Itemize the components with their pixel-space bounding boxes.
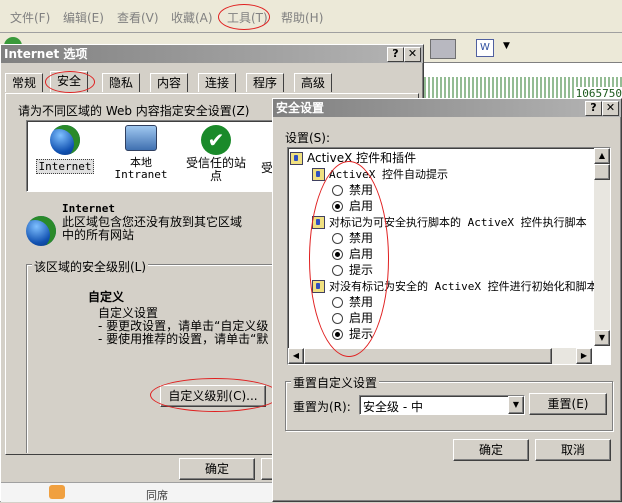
zone-label: 受信任的站 点 xyxy=(185,156,246,183)
dialog-title: Internet 选项 xyxy=(4,47,88,61)
browser-bottom-strip: 同席 xyxy=(1,482,277,502)
zone-prompt: 请为不同区域的 Web 内容指定安全设置(Z) xyxy=(18,104,250,118)
zone-title: Internet xyxy=(62,202,115,215)
tab-advanced[interactable]: 高级 xyxy=(294,73,333,92)
ok-button[interactable]: 确定 xyxy=(453,439,529,461)
tab-content[interactable]: 内容 xyxy=(150,73,189,92)
annotation-security-tab-ellipse xyxy=(45,71,95,93)
scroll-thumb[interactable] xyxy=(594,164,610,180)
zone-label: Internet xyxy=(35,159,95,174)
tab-programs[interactable]: 程序 xyxy=(246,73,285,92)
zone-label: 本地 Intranet xyxy=(114,156,168,181)
scroll-up-icon[interactable]: ▲ xyxy=(594,148,610,164)
help-button[interactable]: ? xyxy=(585,101,602,116)
bottom-partial-text: 同席 xyxy=(146,489,168,502)
scroll-left-icon[interactable]: ◀ xyxy=(288,348,304,364)
vertical-scrollbar[interactable]: ▲ ▼ xyxy=(594,148,610,346)
reset-to-label: 重置为(R): xyxy=(293,400,351,414)
chevron-down-icon[interactable]: ▼ xyxy=(503,41,510,51)
menu-view[interactable]: 查看(V) xyxy=(117,9,159,26)
security-settings-titlebar: 安全设置 xyxy=(273,99,621,117)
ok-button[interactable]: 确定 xyxy=(179,458,255,480)
zone-local-intranet[interactable]: 本地 Intranet xyxy=(111,125,171,181)
tree-category[interactable]: ActiveX 控件和插件 xyxy=(290,150,590,166)
security-level-group xyxy=(26,264,277,453)
reset-group-label: 重置自定义设置 xyxy=(291,374,380,391)
word-icon[interactable]: W xyxy=(476,39,494,57)
chevron-down-icon[interactable]: ▼ xyxy=(508,396,524,414)
settings-label: 设置(S): xyxy=(285,131,331,145)
reset-button[interactable]: 重置(E) xyxy=(529,393,607,415)
globe-icon xyxy=(26,216,56,246)
internet-options-titlebar: Internet 选项 xyxy=(1,45,423,63)
scroll-down-icon[interactable]: ▼ xyxy=(594,330,610,346)
security-level-group-label: 该区域的安全级别(L) xyxy=(32,258,149,275)
computer-icon xyxy=(125,125,157,151)
setting-category-icon xyxy=(312,168,325,181)
setting-category-icon xyxy=(290,152,303,165)
help-button[interactable]: ? xyxy=(387,47,404,62)
zone-trusted-sites[interactable]: ✔ 受信任的站 点 xyxy=(181,125,251,183)
tab-connections[interactable]: 连接 xyxy=(198,73,237,92)
browser-content-strip: 1065750 xyxy=(424,62,622,100)
menu-file[interactable]: 文件(F) xyxy=(10,9,50,26)
print-icon[interactable] xyxy=(430,39,456,59)
zone-list[interactable]: Internet 本地 Intranet ✔ 受信任的站 点 受 xyxy=(26,120,278,192)
close-button[interactable]: ✕ xyxy=(404,47,421,62)
browser-menubar: 文件(F) 编辑(E) 查看(V) 收藏(A) 工具(T) 帮助(H) xyxy=(0,0,622,33)
tab-general[interactable]: 常规 xyxy=(5,73,44,92)
zone-internet[interactable]: Internet xyxy=(33,125,97,174)
annotation-tools-ellipse xyxy=(218,4,270,30)
zone-description: 此区域包含您还没有放到其它区域 中的所有网站 xyxy=(62,215,243,242)
menu-favorites[interactable]: 收藏(A) xyxy=(171,9,213,26)
tab-privacy[interactable]: 隐私 xyxy=(102,73,141,92)
annotation-radio-options-ellipse xyxy=(309,161,389,357)
dialog-title: 安全设置 xyxy=(276,101,325,115)
thumbs-up-icon xyxy=(49,485,65,499)
scroll-right-icon[interactable]: ▶ xyxy=(576,348,592,364)
menu-edit[interactable]: 编辑(E) xyxy=(63,9,104,26)
checkmark-icon: ✔ xyxy=(201,125,231,155)
reset-level-value: 安全级 - 中 xyxy=(363,400,423,414)
annotation-custom-level-ellipse xyxy=(150,378,280,412)
cancel-button[interactable]: 取消 xyxy=(535,439,611,461)
security-settings-dialog: 安全设置 ? ✕ 设置(S): ActiveX 控件和插件 ActiveX 控件… xyxy=(272,98,622,502)
close-button[interactable]: ✕ xyxy=(602,101,619,116)
globe-icon xyxy=(50,125,80,155)
custom-title: 自定义 xyxy=(88,290,125,304)
custom-line-3: - 要使用推荐的设置，请单击“默 xyxy=(98,332,269,346)
menu-help[interactable]: 帮助(H) xyxy=(281,9,323,26)
reset-level-select[interactable]: 安全级 - 中 ▼ xyxy=(359,395,525,415)
